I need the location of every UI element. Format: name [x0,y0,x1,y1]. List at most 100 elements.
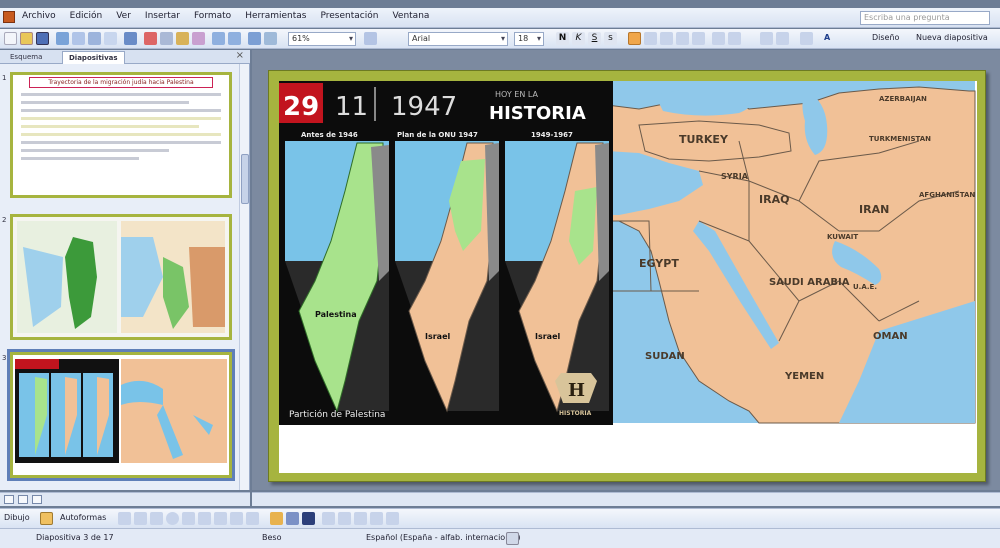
new-slide-button[interactable]: Nueva diapositiva [916,33,988,42]
powerpoint-window: Archivo Edición Ver Insertar Formato Her… [0,0,1000,548]
textbox-icon[interactable] [182,512,195,525]
select-objects-icon[interactable] [40,512,53,525]
horizontal-scrollbar[interactable] [252,492,1000,506]
tab-outline[interactable]: Esquema [4,51,48,64]
permission-icon[interactable] [56,32,69,45]
print-icon[interactable] [88,32,101,45]
close-panel-icon[interactable]: × [236,50,244,61]
line-color-icon[interactable] [286,512,299,525]
autoformas-menu[interactable]: Autoformas [60,513,106,522]
underline-icon[interactable]: S [588,32,601,45]
paste-icon[interactable] [176,32,189,45]
normal-view-icon[interactable] [4,495,14,504]
email-icon[interactable] [72,32,85,45]
increase-font-icon[interactable] [712,32,725,45]
tab-slides[interactable]: Diapositivas [62,51,125,64]
line-style-icon[interactable] [322,512,335,525]
slide-thumbnail-3[interactable] [7,349,235,481]
bullets-icon[interactable] [692,32,705,45]
menu-archivo[interactable]: Archivo [20,11,58,21]
menu-insertar[interactable]: Insertar [143,11,182,21]
dash-style-icon[interactable] [338,512,351,525]
increase-indent-icon[interactable] [776,32,789,45]
arrow-style-icon[interactable] [354,512,367,525]
preview-icon[interactable] [104,32,117,45]
spelling-icon[interactable] [124,32,137,45]
slideshow-icon[interactable] [32,495,42,504]
panel-scrollbar[interactable] [239,64,249,490]
panel-label-3: Israel [535,332,561,341]
history-logo: H HISTORIA [555,373,597,417]
current-slide[interactable]: TURKEY SYRIA IRAQ IRAN EGYPT SAUDI ARABI… [268,70,986,482]
menu-formato[interactable]: Formato [192,11,233,21]
thumbnail-text-line [21,93,221,96]
map-label-azerbaijan: AZERBAIJAN [879,95,927,103]
slide-thumbnail-2[interactable] [10,214,232,340]
wordart-icon[interactable] [198,512,211,525]
spell-status-icon [506,532,519,545]
font-size-select[interactable]: 18 [514,32,544,46]
map-label-uae: U.A.E. [853,283,877,291]
font-select[interactable]: Arial [408,32,508,46]
oval-icon[interactable] [166,512,179,525]
format-painter-icon[interactable] [192,32,205,45]
menu-herramientas[interactable]: Herramientas [243,11,308,21]
3d-style-icon[interactable] [386,512,399,525]
bold-icon[interactable]: N [556,32,569,45]
decrease-indent-icon[interactable] [760,32,773,45]
align-center-icon[interactable] [644,32,657,45]
italic-icon[interactable]: K [572,32,585,45]
font-color-draw-icon[interactable] [302,512,315,525]
menu-items: Archivo Edición Ver Insertar Formato Her… [20,11,431,21]
help-icon[interactable] [364,32,377,45]
historia-title: HISTORIA [489,103,586,124]
align-left-icon[interactable] [628,32,641,45]
arrow-icon[interactable] [134,512,147,525]
clipart-icon[interactable] [230,512,243,525]
insert-table-icon[interactable] [264,32,277,45]
align-right-icon[interactable] [660,32,673,45]
slide-sorter-icon[interactable] [18,495,28,504]
slide-image: TURKEY SYRIA IRAQ IRAN EGYPT SAUDI ARABI… [279,81,976,425]
new-icon[interactable] [4,32,17,45]
copy-icon[interactable] [160,32,173,45]
font-color-icon[interactable] [800,32,813,45]
help-search-input[interactable]: Escriba una pregunta [860,11,990,25]
undo-icon[interactable] [212,32,225,45]
diagram-icon[interactable] [214,512,227,525]
app-icon[interactable] [3,11,15,23]
slide-count: Diapositiva 3 de 17 [36,533,114,542]
slide-number: 2 [2,216,7,224]
picture-icon[interactable] [246,512,259,525]
date-day: 29 [283,92,319,122]
dibujo-menu[interactable]: Dibujo [4,513,30,522]
open-icon[interactable] [20,32,33,45]
fill-color-icon[interactable] [270,512,283,525]
shadow-icon[interactable]: s [604,32,617,45]
zoom-select[interactable]: 61% [288,32,356,46]
save-icon[interactable] [36,32,49,45]
map-label-iran: IRAN [859,203,889,216]
numbering-icon[interactable] [676,32,689,45]
redo-icon[interactable] [228,32,241,45]
panel-label-2: Israel [425,332,451,341]
menu-edicion[interactable]: Edición [68,11,105,21]
cut-icon[interactable] [144,32,157,45]
thumbnail-2-map [13,217,229,337]
thumbnail-text-line [21,149,169,152]
menu-presentacion[interactable]: Presentación [319,11,381,21]
view-buttons-bar [0,492,250,506]
design-button[interactable]: Diseño [872,33,899,42]
hoy-en-la-label: HOY EN LA [495,90,539,99]
insert-chart-icon[interactable] [248,32,261,45]
shadow-style-icon[interactable] [370,512,383,525]
panel-scroll-thumb[interactable] [241,154,249,204]
menu-ver[interactable]: Ver [114,11,133,21]
font-color-a-icon[interactable]: A [824,33,830,42]
decrease-font-icon[interactable] [728,32,741,45]
slide-thumbnail-1[interactable]: Trayectoria de la migración judía hacia … [10,72,232,198]
line-icon[interactable] [118,512,131,525]
rectangle-icon[interactable] [150,512,163,525]
menu-ventana[interactable]: Ventana [390,11,431,21]
menu-bar: Archivo Edición Ver Insertar Formato Her… [0,8,1000,28]
